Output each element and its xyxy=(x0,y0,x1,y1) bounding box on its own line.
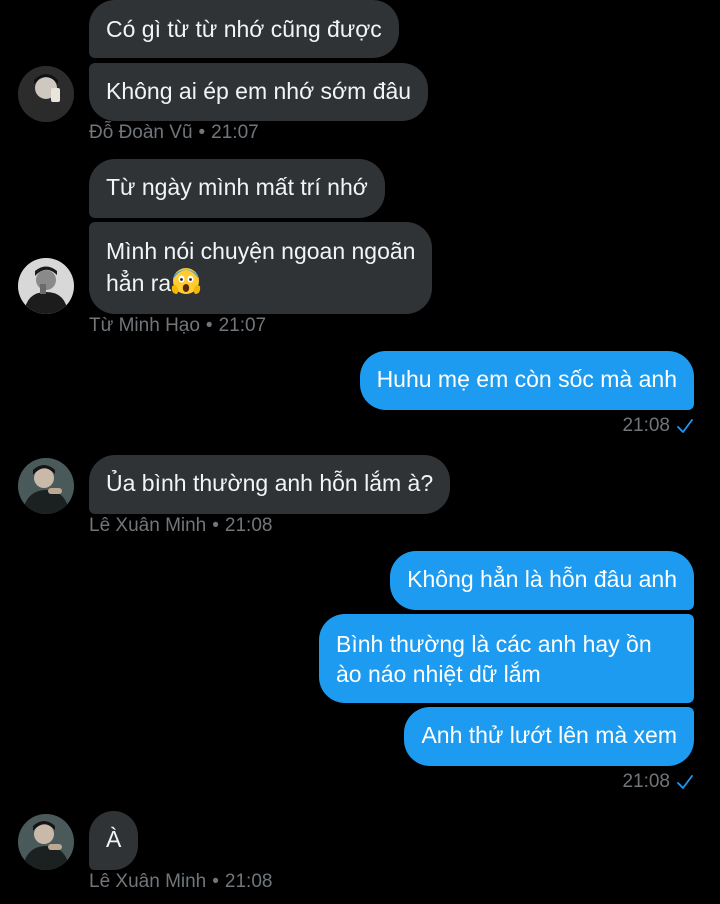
message-time: 21:08 xyxy=(622,415,670,436)
message-time: 21:08 xyxy=(224,871,273,892)
avatar[interactable] xyxy=(18,814,74,870)
separator: • xyxy=(212,515,219,536)
message-time: 21:07 xyxy=(218,315,267,336)
message-text-line: Mình nói chuyện ngoan ngoãn xyxy=(106,238,416,264)
message-bubble-outgoing[interactable]: Bình thường là các anh hay ồn ào náo nhi… xyxy=(319,614,694,703)
message-time: 21:07 xyxy=(211,122,259,143)
message-bubble-incoming[interactable]: Ủa bình thường anh hỗn lắm à? xyxy=(89,455,451,514)
message-status: 21:08 xyxy=(622,415,694,437)
check-icon xyxy=(677,775,693,789)
screaming-face-emoji-icon xyxy=(172,268,201,294)
message-text: Huhu mẹ em còn sốc mà anh xyxy=(376,366,677,392)
sender-name[interactable]: Từ Minh Hạo xyxy=(89,315,200,336)
message-text-line: Bình thường là các anh hay ồn xyxy=(336,631,652,657)
avatar-photo-icon xyxy=(18,66,74,122)
separator: • xyxy=(212,871,219,892)
message-bubble-outgoing[interactable]: Anh thử lướt lên mà xem xyxy=(404,707,694,766)
avatar-photo-icon xyxy=(18,814,74,870)
message-bubble-incoming[interactable]: Từ ngày mình mất trí nhớ xyxy=(89,159,385,218)
avatar-photo-icon xyxy=(18,458,74,514)
message-bubble-incoming[interactable]: Mình nói chuyện ngoan ngoãn hẳn ra xyxy=(89,222,433,314)
avatar[interactable] xyxy=(18,66,74,122)
message-text-line-2: hẳn ra xyxy=(106,266,415,298)
message-bubble-outgoing[interactable]: Không hẳn là hỗn đâu anh xyxy=(390,551,694,610)
message-meta: Đỗ Đoàn Vũ • 21:07 xyxy=(89,122,259,144)
message-text: Anh thử lướt lên mà xem xyxy=(421,722,677,748)
message-bubble-outgoing[interactable]: Huhu mẹ em còn sốc mà anh xyxy=(359,351,694,410)
message-text: Từ ngày mình mất trí nhớ xyxy=(106,174,368,200)
avatar[interactable] xyxy=(18,458,74,514)
separator: • xyxy=(198,122,206,143)
avatar[interactable] xyxy=(18,258,74,314)
message-text: Không ai ép em nhớ sớm đâu xyxy=(106,78,412,104)
message-text: Ủa bình thường anh hỗn lắm à? xyxy=(106,470,434,496)
message-text: À xyxy=(106,826,122,852)
check-icon xyxy=(677,419,693,433)
message-time: 21:08 xyxy=(224,515,273,536)
message-time: 21:08 xyxy=(622,771,670,792)
sender-name[interactable]: Lê Xuân Minh xyxy=(89,515,206,536)
message-status: 21:08 xyxy=(622,771,694,793)
message-text-line: ào náo nhiệt dữ lắm xyxy=(336,661,541,687)
message-meta: Lê Xuân Minh • 21:08 xyxy=(89,871,272,893)
separator: • xyxy=(205,315,213,336)
message-text: Có gì từ từ nhớ cũng được xyxy=(106,16,382,42)
sender-name[interactable]: Đỗ Đoàn Vũ xyxy=(89,122,193,143)
sender-name[interactable]: Lê Xuân Minh xyxy=(89,871,206,892)
message-bubble-incoming[interactable]: À xyxy=(89,811,139,870)
message-bubble-incoming[interactable]: Có gì từ từ nhớ cũng được xyxy=(89,0,399,58)
message-bubble-incoming[interactable]: Không ai ép em nhớ sớm đâu xyxy=(89,63,429,121)
avatar-photo-icon xyxy=(18,258,74,314)
message-meta: Từ Minh Hạo • 21:07 xyxy=(89,315,266,337)
message-meta: Lê Xuân Minh • 21:08 xyxy=(89,515,272,537)
message-text: Không hẳn là hỗn đâu anh xyxy=(407,566,677,592)
message-text: hẳn ra xyxy=(106,270,172,296)
